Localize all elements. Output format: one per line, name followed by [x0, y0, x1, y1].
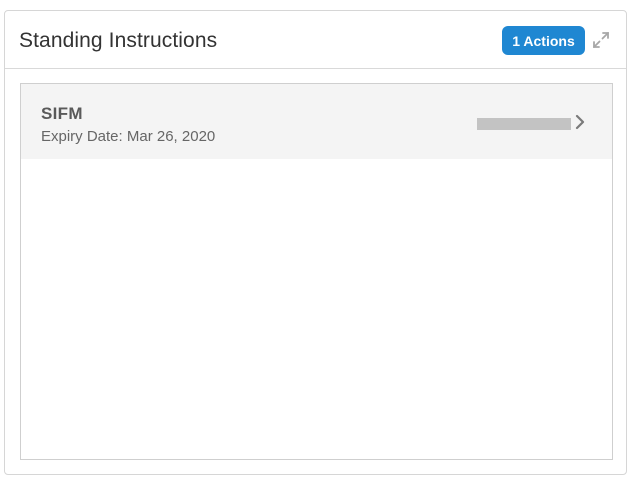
chevron-right-icon[interactable]	[574, 114, 586, 130]
standing-instructions-card: Standing Instructions 1 Actions SIFM Exp…	[4, 10, 627, 475]
instruction-name: SIFM	[41, 104, 83, 123]
redacted-value	[477, 118, 571, 130]
card-header: Standing Instructions 1 Actions	[5, 11, 626, 69]
actions-button[interactable]: 1 Actions	[502, 26, 585, 55]
list-item-sifm[interactable]: SIFM Expiry Date: Mar 26, 2020	[21, 84, 612, 159]
card-title: Standing Instructions	[19, 29, 218, 52]
expand-icon[interactable]	[591, 30, 611, 50]
instruction-expiry: Expiry Date: Mar 26, 2020	[41, 128, 216, 145]
instructions-list: SIFM Expiry Date: Mar 26, 2020	[20, 83, 613, 460]
